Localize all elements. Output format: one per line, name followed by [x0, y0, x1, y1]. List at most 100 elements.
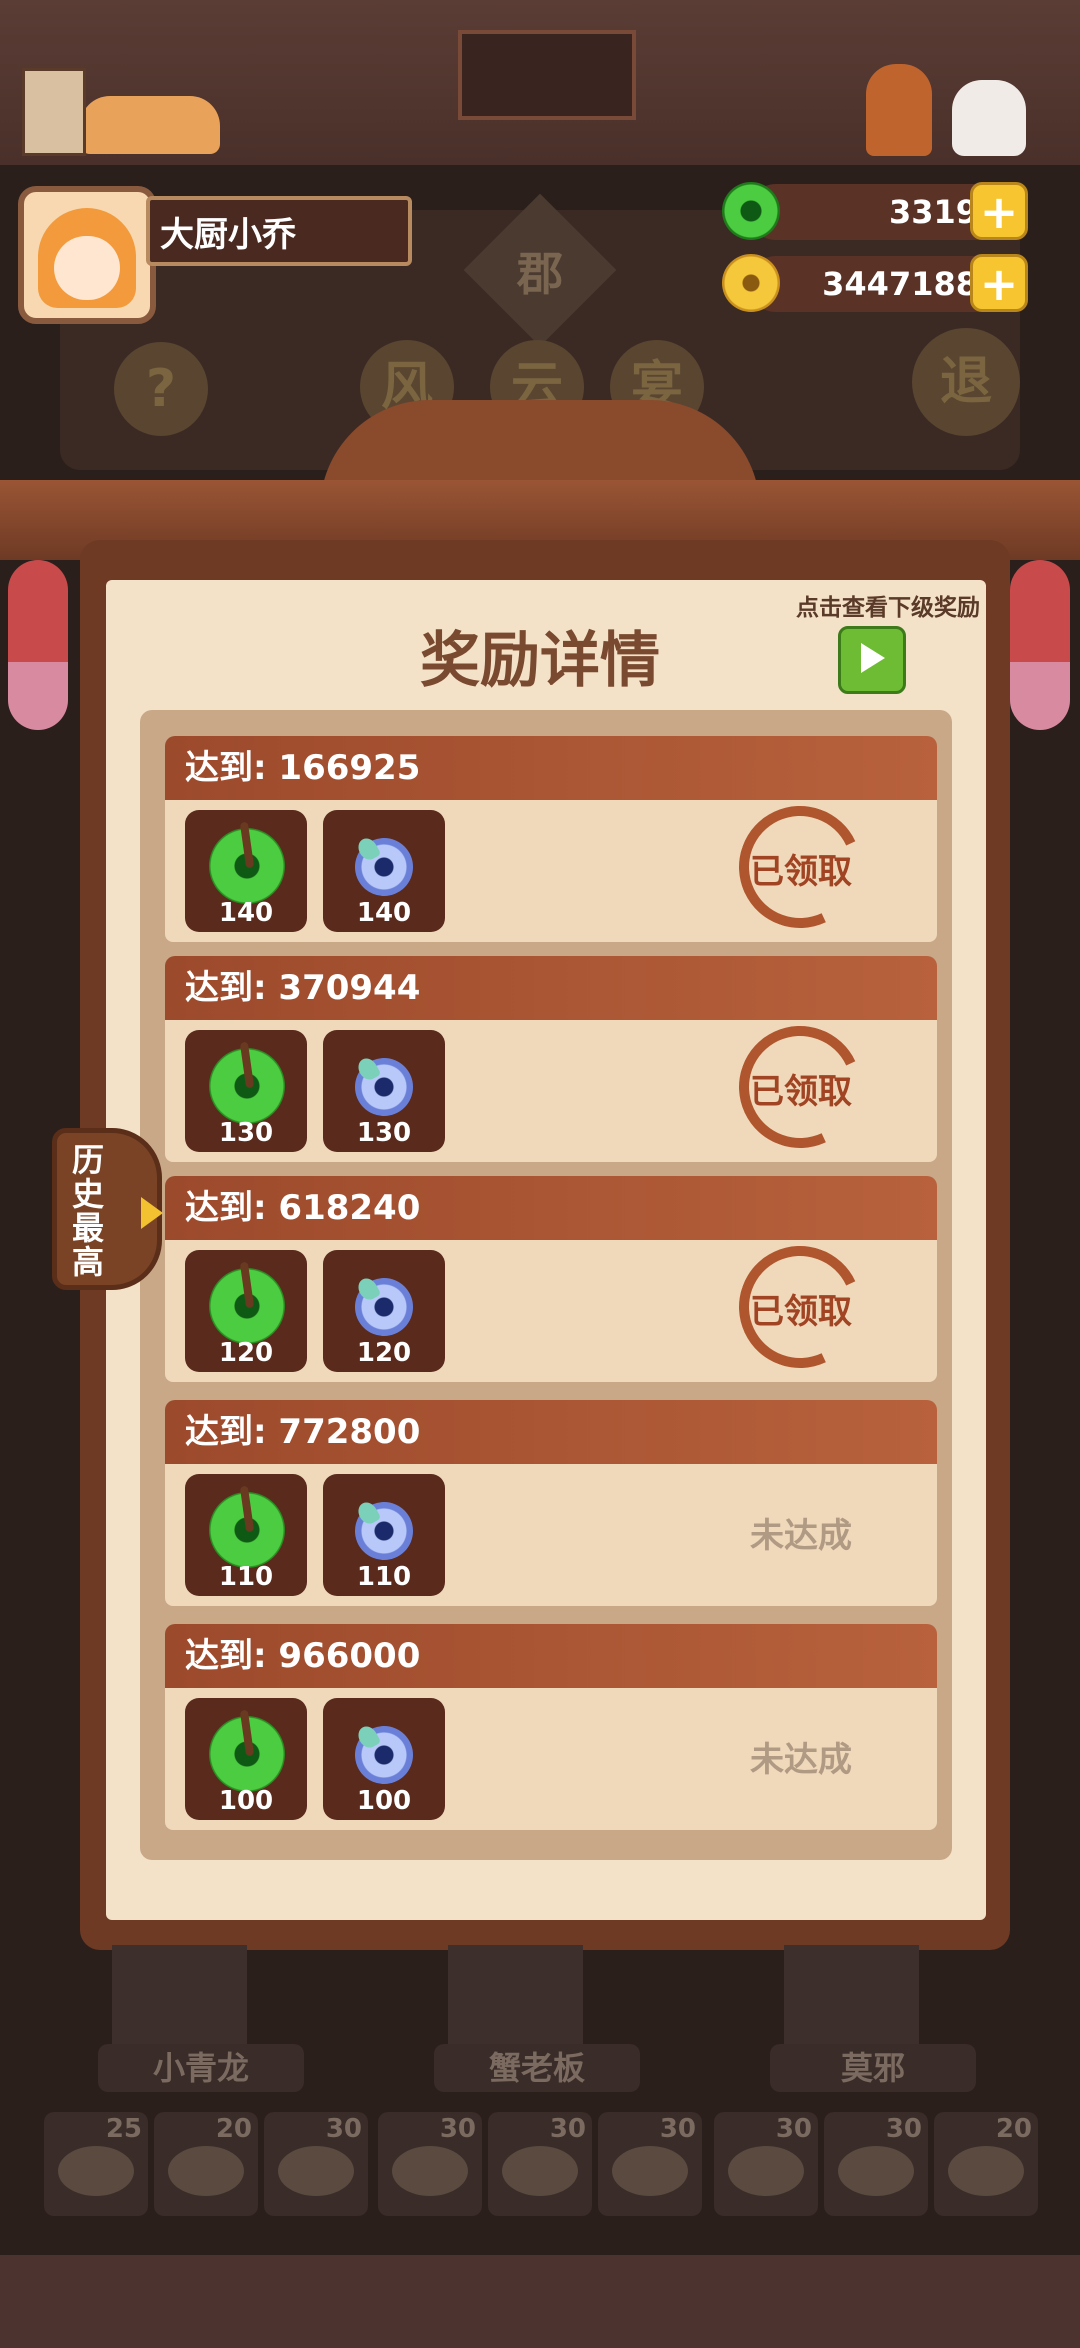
- gem-reward-slot[interactable]: 110: [323, 1474, 445, 1596]
- jade-reward-count: 140: [218, 898, 274, 928]
- dish-count: 30: [775, 2114, 812, 2144]
- gem-reward-count: 140: [356, 898, 412, 928]
- dish-slot[interactable]: 20: [934, 2112, 1038, 2216]
- jade-coin-icon: [209, 828, 285, 904]
- tier-threshold: 达到: 966000: [165, 1624, 937, 1688]
- dish-slot[interactable]: 20: [154, 2112, 258, 2216]
- dish-icon: [948, 2146, 1024, 2196]
- history-highest-label: 历史最高: [71, 1141, 104, 1281]
- jade-reward-slot[interactable]: 100: [185, 1698, 307, 1820]
- reward-tier: 达到: 772800 110 110 未达成: [165, 1400, 937, 1606]
- player-name: 大厨小乔: [146, 196, 412, 266]
- history-highest-tab[interactable]: 历史最高: [52, 1128, 163, 1290]
- jade-reward-count: 120: [218, 1338, 274, 1368]
- dish-count: 20: [215, 2114, 252, 2144]
- jade-reward-slot[interactable]: 130: [185, 1030, 307, 1152]
- character-name: 蟹老板: [434, 2044, 640, 2092]
- tier-threshold: 达到: 618240: [165, 1176, 937, 1240]
- jade-reward-count: 110: [218, 1562, 274, 1592]
- tier-status: 已领取: [750, 1292, 852, 1332]
- jade-balance-value: 3319: [888, 193, 978, 231]
- gem-reward-count: 130: [356, 1118, 412, 1148]
- panel-title: 奖励详情: [420, 626, 660, 696]
- dish-icon: [612, 2146, 688, 2196]
- background-plaque-text: 郡: [517, 247, 563, 301]
- dish-slot[interactable]: 30: [378, 2112, 482, 2216]
- gem-ring-icon: [355, 838, 413, 896]
- dish-icon: [58, 2146, 134, 2196]
- bottom-bar: [0, 2255, 1080, 2348]
- exit-button[interactable]: 退: [912, 328, 1020, 436]
- hanging-scroll-decoration: [458, 30, 636, 120]
- reward-tier: 达到: 370944 130 130 已领取: [165, 956, 937, 1166]
- gem-ring-icon: [355, 1278, 413, 1336]
- tier-status: 已领取: [750, 852, 852, 892]
- dish-slot[interactable]: 30: [488, 2112, 592, 2216]
- player-avatar[interactable]: [18, 186, 156, 324]
- dish-slot[interactable]: 30: [824, 2112, 928, 2216]
- tier-rewards: 110 110 未达成: [165, 1464, 937, 1606]
- dish-icon: [838, 2146, 914, 2196]
- dish-slot[interactable]: 25: [44, 2112, 148, 2216]
- tier-threshold: 达到: 166925: [165, 736, 937, 800]
- next-tier-hint: 点击查看下级奖励: [796, 595, 980, 621]
- gem-reward-count: 110: [356, 1562, 412, 1592]
- tier-status: 已领取: [750, 1072, 852, 1112]
- dish-slot[interactable]: 30: [598, 2112, 702, 2216]
- next-tier-play-button[interactable]: [838, 626, 906, 694]
- jade-coin-icon: [209, 1048, 285, 1124]
- cat-decoration-icon: [80, 96, 220, 154]
- jade-reward-slot[interactable]: 120: [185, 1250, 307, 1372]
- dish-count: 30: [659, 2114, 696, 2144]
- gold-coin-icon: [722, 254, 780, 312]
- character-name: 莫邪: [770, 2044, 976, 2092]
- dish-count: 30: [439, 2114, 476, 2144]
- reward-tier: 达到: 966000 100 100 未达成: [165, 1624, 937, 1830]
- dish-slot[interactable]: 30: [714, 2112, 818, 2216]
- tier-rewards: 140 140 已领取: [165, 788, 937, 946]
- character-portrait[interactable]: [784, 1945, 919, 2045]
- dish-slot[interactable]: 30: [264, 2112, 368, 2216]
- tier-rewards: 100 100 未达成: [165, 1688, 937, 1830]
- help-button[interactable]: ?: [114, 342, 208, 436]
- picture-frame-decoration: [22, 68, 86, 156]
- tier-rewards: 120 120 已领取: [165, 1228, 937, 1386]
- jade-coin-icon: [209, 1268, 285, 1344]
- arrow-right-icon: [141, 1197, 163, 1229]
- character-name: 小青龙: [98, 2044, 304, 2092]
- gem-reward-slot[interactable]: 100: [323, 1698, 445, 1820]
- jade-coin-icon: [209, 1492, 285, 1568]
- gem-reward-slot[interactable]: 130: [323, 1030, 445, 1152]
- tier-rewards: 130 130 已领取: [165, 1008, 937, 1166]
- reward-tier: 达到: 166925 140 140 已领取: [165, 736, 937, 946]
- add-jade-button[interactable]: +: [970, 182, 1028, 240]
- jade-reward-count: 100: [218, 1786, 274, 1816]
- dish-count: 20: [995, 2114, 1032, 2144]
- dish-count: 25: [105, 2114, 142, 2144]
- jade-reward-count: 130: [218, 1118, 274, 1148]
- tier-threshold: 达到: 772800: [165, 1400, 937, 1464]
- gold-balance-value: 3447188: [822, 265, 978, 303]
- tier-status: 未达成: [750, 1740, 852, 1780]
- dish-icon: [168, 2146, 244, 2196]
- character-portrait[interactable]: [448, 1945, 583, 2045]
- jade-reward-slot[interactable]: 140: [185, 810, 307, 932]
- dish-icon: [278, 2146, 354, 2196]
- gem-reward-slot[interactable]: 140: [323, 810, 445, 932]
- dish-icon: [502, 2146, 578, 2196]
- gem-reward-count: 120: [356, 1338, 412, 1368]
- gem-reward-slot[interactable]: 120: [323, 1250, 445, 1372]
- white-cat-decoration: [952, 80, 1026, 156]
- dish-icon: [392, 2146, 468, 2196]
- gem-ring-icon: [355, 1502, 413, 1560]
- reward-tier: 达到: 618240 120 120 已领取: [165, 1176, 937, 1386]
- jade-reward-slot[interactable]: 110: [185, 1474, 307, 1596]
- dish-count: 30: [549, 2114, 586, 2144]
- gem-reward-count: 100: [356, 1786, 412, 1816]
- add-gold-button[interactable]: +: [970, 254, 1028, 312]
- character-portrait[interactable]: [112, 1945, 247, 2045]
- tier-status: 未达成: [750, 1516, 852, 1556]
- dish-count: 30: [325, 2114, 362, 2144]
- gem-ring-icon: [355, 1058, 413, 1116]
- dish-icon: [728, 2146, 804, 2196]
